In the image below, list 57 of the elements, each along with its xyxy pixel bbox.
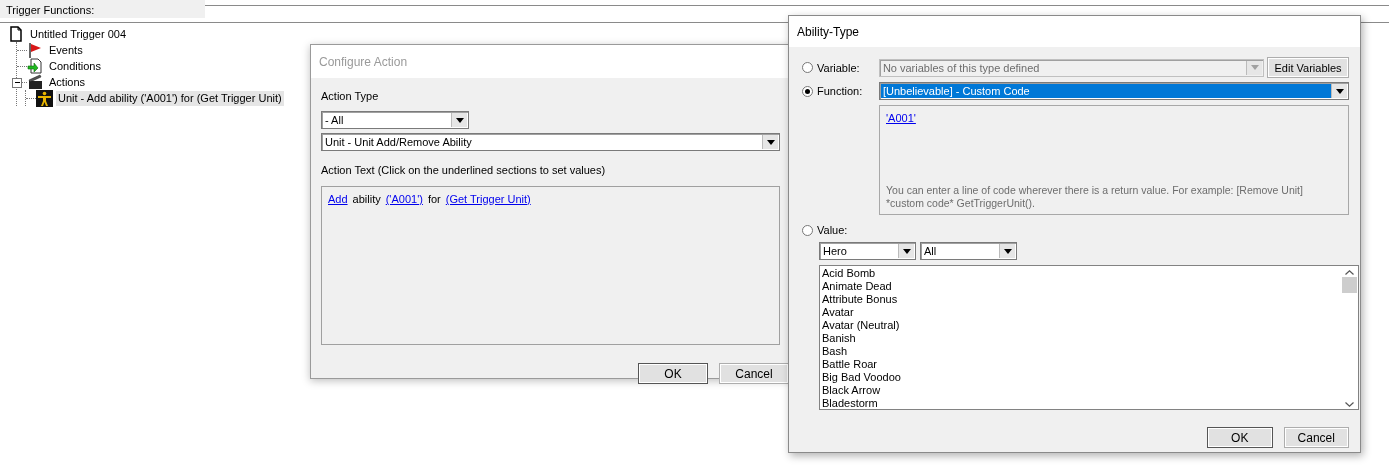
tree-item[interactable]: Actions xyxy=(47,74,88,90)
list-item[interactable]: Avatar (Neutral) xyxy=(822,319,1339,332)
dropdown-arrow-icon xyxy=(902,248,911,254)
radio-button[interactable] xyxy=(802,85,813,97)
tree-item[interactable]: Unit - Add ability ('A001') for (Get Trigger Unit) xyxy=(56,90,284,106)
ok-button[interactable]: OK xyxy=(638,363,708,384)
action-text: ability xyxy=(352,193,381,205)
document-arrow-icon xyxy=(27,57,44,75)
race-dropdown[interactable]: All xyxy=(920,242,1017,260)
parameter-link[interactable]: 'A001' xyxy=(886,112,916,124)
radio-button[interactable] xyxy=(802,62,813,73)
function-dropdown[interactable]: [Unbelievable] - Custom Code xyxy=(879,82,1349,100)
list-item[interactable]: Avatar xyxy=(822,306,1339,319)
scroll-up-icon xyxy=(1345,270,1354,275)
field-label: Action Type xyxy=(321,90,380,104)
tree-item[interactable]: Untitled Trigger 004 xyxy=(28,26,128,42)
dropdown-arrow-icon xyxy=(455,117,464,123)
clapperboard-icon xyxy=(27,73,44,91)
list-item[interactable]: Bash xyxy=(822,345,1339,358)
action-text: for xyxy=(427,193,441,205)
field-label: Action Text (Click on the underlined sections to set values) xyxy=(321,164,607,178)
scroll-down-icon xyxy=(1345,402,1354,407)
scrollbar-thumb[interactable] xyxy=(1342,277,1357,293)
figure-icon xyxy=(36,89,53,107)
action-dropdown[interactable]: Unit - Unit Add/Remove Ability xyxy=(321,133,780,151)
document-icon xyxy=(8,25,25,43)
parameter-link[interactable]: Add xyxy=(328,193,348,205)
cancel-button[interactable]: Cancel xyxy=(719,363,789,384)
dropdown-arrow-icon xyxy=(1003,248,1012,254)
hint-text: You can enter a line of code wherever there is a return value. For example: [Remove Unit] *custom code* GetTriggerUnit(). xyxy=(886,184,1304,210)
cancel-button[interactable]: Cancel xyxy=(1283,427,1349,448)
list-item[interactable]: Bladestorm xyxy=(822,397,1339,409)
dialog-title: Ability-Type xyxy=(789,16,1360,47)
list-item[interactable]: Acid Bomb xyxy=(822,267,1339,280)
tree-item[interactable]: Events xyxy=(47,42,85,58)
panel-title: Trigger Functions: xyxy=(0,0,205,18)
radio-label: Function: xyxy=(817,85,864,97)
ok-button[interactable]: OK xyxy=(1207,427,1273,448)
parameter-link[interactable]: ('A001') xyxy=(385,193,423,205)
radio-label: Value: xyxy=(817,224,849,236)
edit-variables-button[interactable]: Edit Variables xyxy=(1267,57,1349,78)
radio-label: Variable: xyxy=(817,61,861,74)
list-item[interactable]: Black Arrow xyxy=(822,384,1339,397)
list-item[interactable]: Attribute Bonus xyxy=(822,293,1339,306)
list-item[interactable]: Banish xyxy=(822,332,1339,345)
category-dropdown[interactable]: Hero xyxy=(819,242,916,260)
list-item[interactable]: Battle Roar xyxy=(822,358,1339,371)
parameter-link[interactable]: (Get Trigger Unit) xyxy=(445,193,531,205)
category-dropdown[interactable]: - All xyxy=(321,111,469,129)
dropdown-arrow-icon xyxy=(766,139,775,145)
radio-button[interactable] xyxy=(802,224,813,236)
list-item[interactable]: Animate Dead xyxy=(822,280,1339,293)
dropdown-arrow-icon xyxy=(1250,65,1259,70)
dropdown-arrow-icon xyxy=(1335,88,1344,94)
collapse-toggle[interactable] xyxy=(12,77,22,88)
list-item[interactable]: Big Bad Voodoo xyxy=(822,371,1339,384)
tree-item[interactable]: Conditions xyxy=(47,58,103,74)
